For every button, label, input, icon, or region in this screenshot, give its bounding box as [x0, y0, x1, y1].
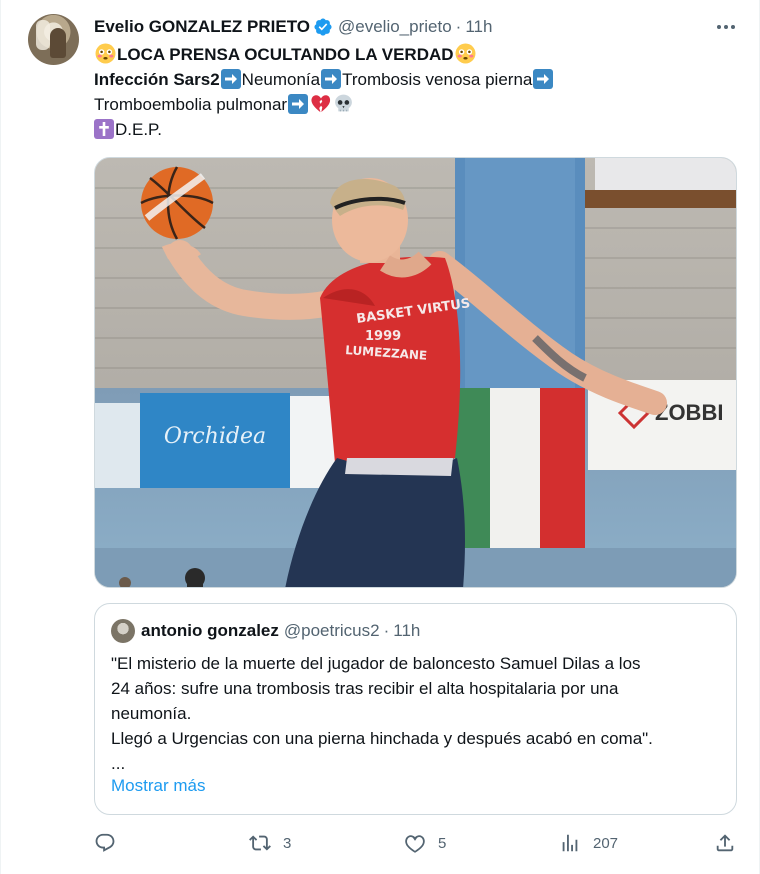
author-handle[interactable]: @evelio_prieto [338, 17, 452, 37]
tweet-media-image[interactable]: Orchidea ZOBBI BASKET VIRTUS 1999 LUMEZZ… [94, 157, 737, 588]
header-separator: · [455, 17, 462, 36]
quoted-time[interactable]: 11h [393, 621, 420, 641]
author-avatar[interactable] [28, 14, 79, 65]
tweet-header: Evelio GONZALEZ PRIETO @evelio_prieto · … [94, 16, 492, 38]
skull-icon [335, 94, 352, 112]
right-arrow-icon [220, 69, 241, 89]
cross-icon [94, 119, 114, 139]
tweet-thrombosis-text: Trombosis venosa pierna [342, 70, 533, 89]
banner-left-text: Orchidea [164, 424, 266, 449]
like-button[interactable]: 5 [404, 828, 446, 858]
quoted-tweet-text: "El misterio de la muerte del jugador de… [111, 651, 726, 776]
views-button[interactable]: 207 [559, 828, 618, 858]
like-icon [405, 835, 425, 853]
like-count: 5 [438, 834, 447, 852]
tweet-action-bar: 3 5 207 [94, 828, 737, 858]
retweet-count: 3 [283, 834, 292, 852]
tweet-infection-text: Infección Sars2 [94, 70, 220, 89]
tweet-line-4: D.E.P. [94, 117, 714, 142]
quoted-line: neumonía. [111, 704, 192, 723]
avatar-highlight [36, 20, 50, 50]
tweet-text: LOCA PRENSA OCULTANDO LA VERDAD Infecció… [94, 42, 714, 142]
quoted-line: 24 años: sufre una trombosis tras recibi… [111, 679, 619, 698]
tweet-headline: LOCA PRENSA OCULTANDO LA VERDAD [117, 45, 454, 64]
tweet-line-2: Infección Sars2 Neumonía Trombosis venosa … [94, 67, 714, 92]
quoted-tweet-header: antonio gonzalez @poetricus2 · 11h [141, 621, 420, 641]
quoted-author-avatar[interactable] [111, 619, 135, 643]
right-arrow-icon [321, 69, 342, 89]
show-more-link[interactable]: Mostrar más [111, 776, 205, 796]
retweet-button[interactable]: 3 [249, 828, 291, 858]
author-name[interactable]: Evelio GONZALEZ PRIETO [94, 17, 310, 37]
reply-icon [95, 833, 115, 852]
views-count: 207 [593, 834, 619, 852]
views-icon [562, 834, 578, 852]
quoted-line: ... [111, 754, 126, 773]
share-button[interactable] [714, 828, 736, 858]
broken-heart-icon [311, 95, 331, 113]
retweet-icon [249, 835, 271, 851]
tweet-line-3: Tromboembolia pulmonar [94, 92, 714, 117]
quoted-line: "El misterio de la muerte del jugador de… [111, 654, 641, 673]
jersey-line-2: 1999 [365, 329, 401, 344]
right-arrow-icon [288, 94, 309, 114]
right-arrow-icon [533, 69, 554, 89]
tweet-embolism-text: Tromboembolia pulmonar [94, 95, 288, 114]
avatar-figure [50, 28, 66, 58]
tweet-line-1: LOCA PRENSA OCULTANDO LA VERDAD [94, 42, 714, 67]
tweet-time[interactable]: 11h [465, 17, 492, 37]
share-icon [716, 834, 734, 852]
flushed-face-icon [455, 43, 476, 64]
basketball-photo: Orchidea ZOBBI BASKET VIRTUS 1999 LUMEZZ… [95, 158, 736, 587]
tweet-rip-text: D.E.P. [115, 120, 162, 139]
verified-badge-icon [314, 18, 332, 36]
quoted-tweet[interactable]: antonio gonzalez @poetricus2 · 11h "El m… [94, 603, 737, 815]
tweet-pneumonia-text: Neumonía [241, 70, 321, 89]
flushed-face-icon [95, 43, 116, 64]
quoted-author-handle[interactable]: @poetricus2 [284, 621, 380, 641]
quoted-line: Llegó a Urgencias con una pierna hinchad… [111, 729, 653, 748]
quoted-author-name[interactable]: antonio gonzalez [141, 621, 279, 641]
quoted-separator: · [383, 621, 390, 640]
reply-button[interactable] [94, 828, 128, 858]
more-icon[interactable] [711, 16, 741, 38]
tweet-container[interactable]: Evelio GONZALEZ PRIETO @evelio_prieto · … [0, 0, 760, 874]
